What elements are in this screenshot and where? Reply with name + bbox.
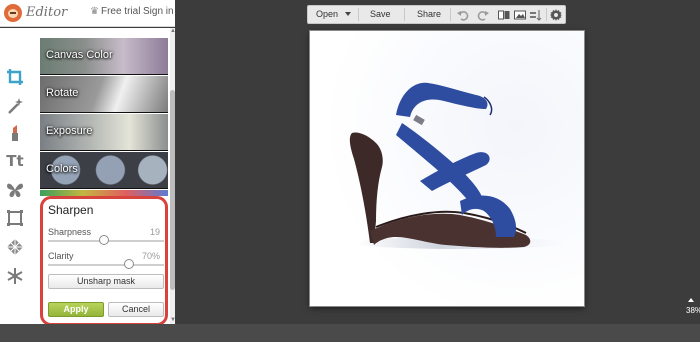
- gallery-tile-canvas-color[interactable]: Canvas Color: [40, 38, 168, 75]
- free-trial-label: Free trial: [100, 6, 141, 17]
- crown-icon: ♛: [90, 6, 99, 17]
- seasonal-tool[interactable]: [3, 264, 27, 288]
- scroll-up-arrow-icon[interactable]: ▲: [170, 28, 176, 35]
- gallery-tile-colors[interactable]: Colors: [40, 152, 168, 189]
- panel-scrollbar[interactable]: ▲ ▼: [170, 28, 176, 324]
- compare-icon[interactable]: [498, 9, 510, 21]
- clarity-slider-knob[interactable]: [124, 259, 134, 269]
- edit-gallery: Canvas Color Rotate Exposure Colors: [40, 28, 168, 196]
- clarity-value: 70%: [141, 251, 160, 261]
- status-bar: [0, 324, 700, 342]
- sharpness-slider-knob[interactable]: [99, 235, 109, 245]
- app-header: Editor ♛ Free trial Sign in: [0, 0, 175, 27]
- sharpness-value: 19: [149, 227, 160, 237]
- layers-sort-icon[interactable]: [530, 9, 542, 21]
- butterfly-icon: [7, 183, 23, 198]
- toolbar-divider: [404, 8, 405, 21]
- texture-icon: [7, 239, 23, 255]
- effects-tool[interactable]: [3, 94, 27, 118]
- gallery-tile-label: Exposure: [46, 125, 93, 137]
- scroll-thumb[interactable]: [170, 90, 175, 290]
- textures-tool[interactable]: [3, 235, 27, 259]
- apply-button[interactable]: Apply: [48, 302, 104, 317]
- sharpness-label: Sharpness: [48, 227, 92, 237]
- clarity-label: Clarity: [48, 251, 74, 261]
- scroll-down-arrow-icon[interactable]: ▼: [170, 317, 176, 324]
- magic-wand-icon: [8, 98, 23, 114]
- open-dropdown-caret-icon[interactable]: [345, 12, 351, 16]
- settings-gear-icon[interactable]: [550, 9, 562, 21]
- zoom-up-caret-icon[interactable]: [688, 298, 694, 302]
- toolbar-divider: [546, 8, 547, 21]
- cancel-button[interactable]: Cancel: [108, 302, 164, 317]
- active-tool-pointer: [29, 62, 36, 78]
- photo-library-icon[interactable]: [514, 9, 526, 21]
- save-button[interactable]: Save: [370, 9, 391, 19]
- sharpen-panel: Sharpen Sharpness 19 Clarity 70% Unsharp…: [40, 196, 168, 326]
- text-icon: Tt: [6, 152, 24, 170]
- lipstick-icon: [12, 125, 18, 141]
- unsharp-mask-button[interactable]: Unsharp mask: [48, 274, 164, 289]
- gallery-tile-rotate[interactable]: Rotate: [40, 76, 168, 113]
- snowflake-icon: [7, 268, 23, 284]
- monkey-logo-icon: [4, 4, 22, 22]
- gallery-tile-label: Rotate: [46, 87, 79, 99]
- gallery-tile-exposure[interactable]: Exposure: [40, 114, 168, 151]
- frames-tool[interactable]: [3, 206, 27, 230]
- free-trial-link[interactable]: ♛ Free trial: [90, 6, 140, 17]
- sharpness-slider[interactable]: [48, 235, 164, 245]
- text-tool[interactable]: Tt: [3, 149, 27, 173]
- app-logo-text: Editor: [26, 5, 68, 20]
- crop-tool[interactable]: [3, 65, 27, 89]
- undo-icon[interactable]: [457, 9, 469, 21]
- crop-icon: [7, 69, 23, 85]
- photo-canvas[interactable]: [310, 31, 584, 306]
- frame-icon: [7, 210, 23, 226]
- sharpen-title: Sharpen: [48, 203, 94, 217]
- touch-up-tool[interactable]: [3, 121, 27, 145]
- toolbar-divider: [358, 8, 359, 21]
- shoe-photo: [310, 31, 584, 306]
- clarity-slider[interactable]: [48, 259, 164, 269]
- gallery-tile-label: Canvas Color: [46, 49, 113, 61]
- share-button[interactable]: Share: [417, 9, 441, 19]
- gallery-tile-label: Colors: [46, 163, 78, 175]
- open-menu-button[interactable]: Open: [316, 9, 338, 19]
- redo-icon[interactable]: [477, 9, 489, 21]
- toolbar-divider: [450, 8, 451, 21]
- tool-rail: Tt: [0, 28, 30, 324]
- zoom-level[interactable]: 38%: [686, 306, 700, 315]
- sign-in-link[interactable]: Sign in: [143, 6, 174, 17]
- editor-toolbar: Open Save Share: [307, 5, 566, 24]
- overlays-tool[interactable]: [3, 178, 27, 202]
